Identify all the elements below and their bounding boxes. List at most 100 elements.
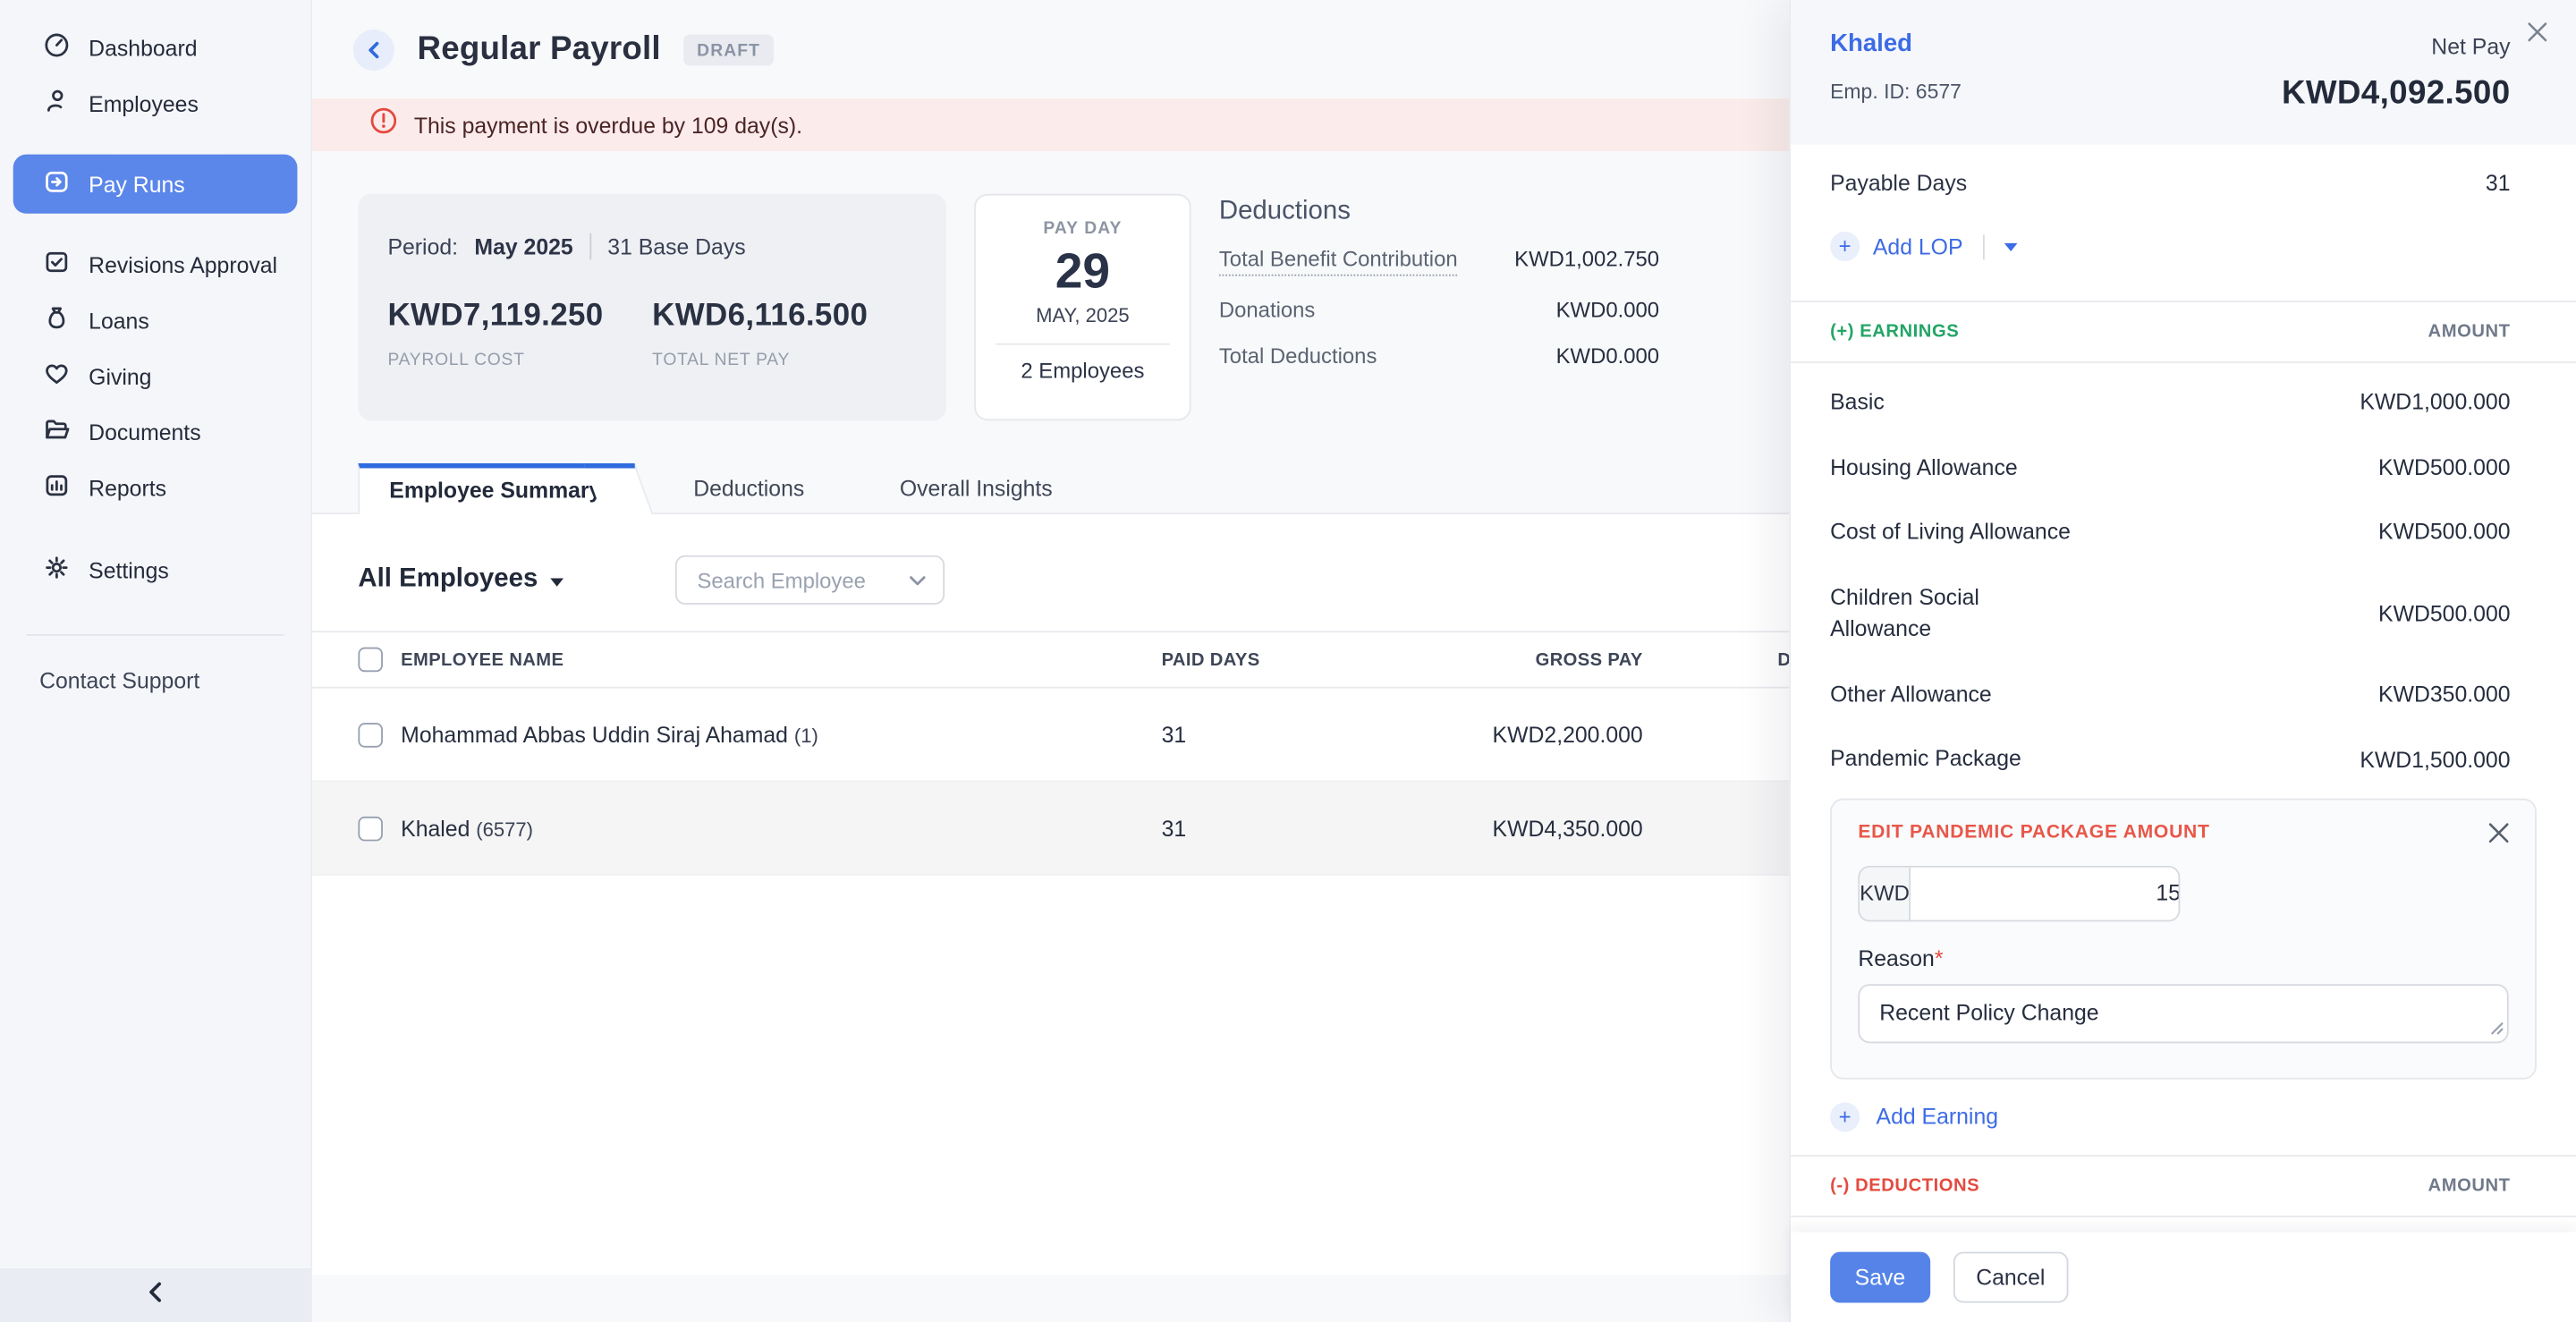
table-row[interactable]: Khaled (6577) 31 KWD4,350.000: [312, 782, 1807, 876]
close-icon[interactable]: [2521, 15, 2555, 58]
sidebar-item-loans[interactable]: Loans: [13, 292, 298, 348]
reports-chart-icon: [43, 471, 71, 504]
amount-column-label: AMOUNT: [2428, 1176, 2511, 1196]
earning-row[interactable]: Housing Allowance KWD500.000: [1830, 435, 2510, 500]
documents-folder-icon: [43, 416, 71, 449]
gross-pay-cell: KWD4,350.000: [1408, 816, 1643, 841]
add-lop-button[interactable]: + Add LOP: [1830, 232, 2510, 261]
sidebar-item-giving[interactable]: Giving: [13, 348, 298, 403]
period-label: Period:: [387, 234, 458, 259]
status-badge: DRAFT: [683, 34, 773, 65]
earning-row[interactable]: Children Social Allowance KWD500.000: [1830, 564, 2510, 662]
contact-support-link[interactable]: Contact Support: [0, 636, 310, 693]
all-employees-label: All Employees: [358, 565, 538, 595]
total-benefit-contribution-value: KWD1,002.750: [1514, 247, 1659, 272]
all-employees-dropdown[interactable]: All Employees: [358, 565, 564, 595]
payday-card: PAY DAY 29 MAY, 2025 2 Employees: [974, 194, 1191, 420]
chevron-left-icon: [146, 1281, 164, 1310]
earning-row[interactable]: Other Allowance KWD350.000: [1830, 662, 2510, 727]
add-lop-label: Add LOP: [1873, 234, 1963, 259]
page-title: Regular Payroll: [418, 30, 661, 68]
row-checkbox[interactable]: [358, 816, 383, 841]
plus-icon: +: [1830, 1102, 1860, 1131]
total-deductions-value: KWD0.000: [1556, 343, 1659, 369]
giving-heart-icon: [43, 360, 71, 393]
chevron-down-icon: [909, 565, 927, 595]
sidebar-item-label: Employees: [89, 91, 199, 116]
table-row[interactable]: Mohammad Abbas Uddin Siraj Ahamad (1) 31…: [312, 689, 1807, 783]
sidebar-item-label: Settings: [89, 558, 169, 583]
earnings-title: (+) EARNINGS: [1830, 322, 1959, 342]
alert-icon: [369, 106, 397, 142]
amount-input-group: KWD: [1858, 866, 2180, 921]
panel-footer: Save Cancel: [1791, 1233, 2576, 1322]
tab-deductions[interactable]: Deductions: [657, 465, 841, 513]
donations-label: Donations: [1219, 297, 1316, 322]
tab-overall-insights[interactable]: Overall Insights: [863, 465, 1089, 513]
panel-employee-name[interactable]: Khaled: [1830, 30, 2510, 57]
sidebar-item-pay-runs[interactable]: Pay Runs: [13, 155, 298, 214]
select-all-checkbox[interactable]: [358, 648, 383, 673]
employee-name-cell[interactable]: Khaled (6577): [401, 816, 1161, 841]
save-button[interactable]: Save: [1830, 1252, 1930, 1303]
sidebar-item-label: Giving: [89, 364, 151, 389]
gross-pay-cell: KWD2,200.000: [1408, 722, 1643, 747]
payday-month-year: MAY, 2025: [976, 304, 1190, 327]
deductions-section-header: (-) DEDUCTIONS AMOUNT: [1830, 1157, 2510, 1216]
payday-label: PAY DAY: [976, 218, 1190, 238]
header-employee-name: EMPLOYEE NAME: [401, 649, 1161, 669]
payable-days-label: Payable Days: [1830, 171, 1967, 196]
plus-icon: +: [1830, 232, 1860, 261]
earning-row[interactable]: Pandemic Package KWD1,500.000: [1830, 727, 2510, 792]
add-earning-button[interactable]: + Add Earning: [1830, 1102, 2510, 1131]
sidebar-item-reports[interactable]: Reports: [13, 460, 298, 515]
edit-pandemic-package-card: EDIT PANDEMIC PACKAGE AMOUNT KWD Reason*: [1830, 799, 2537, 1080]
back-button[interactable]: [353, 29, 394, 70]
deductions-summary-title: Deductions: [1219, 197, 1659, 226]
total-benefit-contribution-label[interactable]: Total Benefit Contribution: [1219, 247, 1458, 276]
earning-row[interactable]: Cost of Living Allowance KWD500.000: [1830, 500, 2510, 565]
reason-label: Reason*: [1858, 946, 2508, 971]
amount-input[interactable]: [1911, 868, 2181, 920]
employee-table: EMPLOYEE NAME PAID DAYS GROSS PAY D Moha…: [312, 631, 1807, 876]
payday-day: 29: [976, 245, 1190, 301]
table-header-row: EMPLOYEE NAME PAID DAYS GROSS PAY D: [312, 631, 1807, 688]
deductions-title: (-) DEDUCTIONS: [1830, 1176, 1979, 1196]
reason-textarea[interactable]: [1858, 984, 2508, 1043]
payable-days-row: Payable Days 31: [1830, 171, 2510, 196]
employees-icon: [43, 87, 71, 120]
chevron-down-icon[interactable]: [2004, 242, 2017, 250]
paid-days-cell: 31: [1162, 816, 1409, 841]
panel-body: Payable Days 31 + Add LOP (+) EARNINGS A…: [1791, 145, 2576, 1322]
payable-days-value: 31: [2486, 171, 2511, 196]
loans-icon: [43, 304, 71, 337]
header-gross-pay: GROSS PAY: [1408, 649, 1643, 669]
period-value: May 2025: [474, 234, 572, 259]
search-employee-select[interactable]: Search Employee: [676, 555, 945, 605]
sidebar-item-dashboard[interactable]: Dashboard: [13, 20, 298, 75]
sidebar-item-employees[interactable]: Employees: [13, 75, 298, 131]
employee-name-cell[interactable]: Mohammad Abbas Uddin Siraj Ahamad (1): [401, 722, 1161, 747]
tab-employee-summary[interactable]: Employee Summary: [358, 463, 617, 514]
revisions-approval-icon: [43, 248, 71, 281]
sidebar-collapse-button[interactable]: [0, 1268, 310, 1322]
dashboard-icon: [43, 31, 71, 64]
earning-row[interactable]: Basic KWD1,000.000: [1830, 363, 2510, 435]
row-checkbox[interactable]: [358, 722, 383, 747]
payroll-cost-label: PAYROLL COST: [387, 350, 652, 369]
sidebar-item-settings[interactable]: Settings: [13, 542, 298, 597]
total-deductions-label: Total Deductions: [1219, 343, 1377, 369]
sidebar-item-label: Reports: [89, 476, 166, 501]
cancel-button[interactable]: Cancel: [1953, 1252, 2068, 1303]
paid-days-cell: 31: [1162, 722, 1409, 747]
sidebar-item-documents[interactable]: Documents: [13, 404, 298, 460]
header-paid-days: PAID DAYS: [1162, 649, 1409, 669]
sidebar-item-label: Loans: [89, 308, 149, 333]
net-pay-label: Net Pay: [2431, 35, 2510, 60]
edit-card-title: EDIT PANDEMIC PACKAGE AMOUNT: [1858, 823, 2508, 843]
payroll-cost-value: KWD7,119.250: [387, 299, 652, 335]
deductions-summary: Deductions Total Benefit Contribution KW…: [1219, 194, 1659, 420]
close-icon[interactable]: [2482, 817, 2515, 858]
required-marker: *: [1935, 946, 1944, 971]
sidebar-item-revisions-approval[interactable]: Revisions Approval: [13, 236, 298, 292]
